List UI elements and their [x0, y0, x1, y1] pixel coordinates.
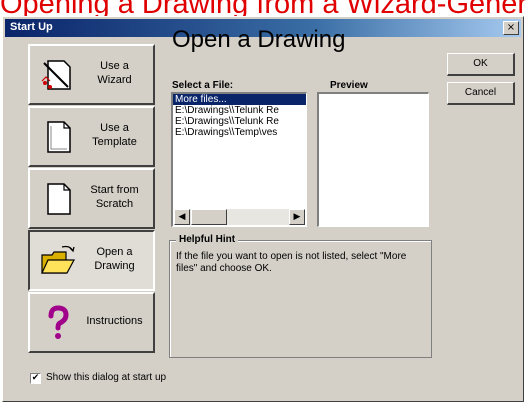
instructions-button[interactable]: Instructions: [28, 292, 155, 353]
use-wizard-button[interactable]: Use a Wizard: [28, 44, 155, 105]
list-item[interactable]: More files...: [173, 94, 306, 105]
list-item[interactable]: E:\Drawings\\Telunk Re: [173, 105, 306, 116]
list-item[interactable]: E:\Drawings\\Telunk Re: [173, 116, 306, 127]
open-drawing-label: Open a Drawing: [94, 246, 135, 272]
hint-title: Helpful Hint: [176, 234, 239, 245]
ok-button[interactable]: OK: [447, 53, 515, 76]
window-title: Start Up: [10, 21, 53, 33]
use-template-button[interactable]: Use a Template: [28, 106, 155, 167]
start-from-scratch-label: Start from Scratch: [90, 184, 139, 210]
open-folder-icon: [41, 245, 76, 274]
scrollbar-thumb[interactable]: [191, 209, 227, 225]
list-item[interactable]: E:\Drawings\\Temp\ves: [173, 127, 306, 138]
helpful-hint-group: Helpful Hint If the file you want to ope…: [169, 234, 432, 358]
start-from-scratch-button[interactable]: Start from Scratch: [28, 168, 155, 229]
use-template-label: Use a Template: [92, 122, 137, 148]
wizard-icon: [41, 60, 71, 90]
cancel-button[interactable]: Cancel: [447, 82, 515, 105]
show-dialog-label: Show this dialog at start up: [46, 372, 167, 383]
hint-text: If the file you want to open is not list…: [176, 251, 407, 274]
preview-label: Preview: [330, 80, 368, 91]
show-dialog-checkbox[interactable]: ✔: [30, 373, 41, 384]
file-list[interactable]: More files... E:\Drawings\\Telunk Re E:\…: [171, 92, 307, 227]
horizontal-scrollbar[interactable]: ◀ ▶: [174, 209, 305, 225]
close-button[interactable]: ×: [503, 21, 519, 35]
question-mark-icon: [48, 305, 69, 339]
blank-page-icon: [47, 183, 71, 215]
page-title: Open a Drawing: [172, 26, 346, 53]
instructions-label: Instructions: [86, 315, 143, 327]
preview-pane: [317, 92, 429, 227]
select-file-label: Select a File:: [172, 80, 234, 91]
scroll-left-icon[interactable]: ◀: [174, 209, 190, 225]
open-drawing-button[interactable]: Open a Drawing: [28, 230, 155, 291]
scroll-right-icon[interactable]: ▶: [289, 209, 305, 225]
use-wizard-label: Use a Wizard: [97, 60, 132, 86]
template-icon: [47, 121, 71, 153]
